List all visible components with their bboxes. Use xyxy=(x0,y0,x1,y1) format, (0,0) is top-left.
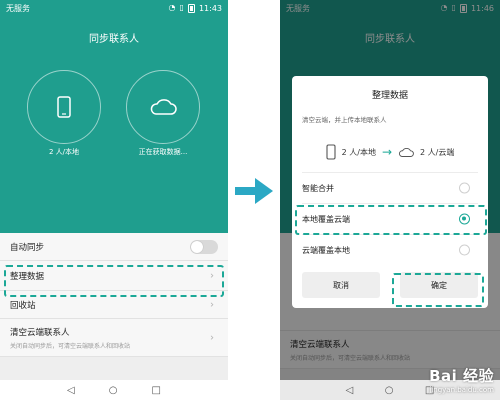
transfer-summary: 2 人/本地 → 2 人/云端 xyxy=(292,142,488,162)
watermark-logo-text: Bai 经验 xyxy=(429,367,494,385)
divider xyxy=(302,172,478,173)
cloud-icon xyxy=(150,99,177,115)
page-title: 同步联系人 xyxy=(89,34,139,45)
option-label: 智能合并 xyxy=(302,183,334,193)
recycle-bin-label: 回收站 xyxy=(10,300,36,311)
cloud-icon xyxy=(399,147,414,157)
left-phone-screen: 无服务 ◔ ▯ 11:43 同步联系人 2 人/本地 正在获取数据... 自动同… xyxy=(0,0,228,400)
back-icon[interactable]: ◁ xyxy=(67,385,75,396)
arrow-right-icon xyxy=(235,178,273,204)
dialog-title: 整理数据 xyxy=(371,91,408,101)
sync-header: 无服务 ◔ ▯ 11:43 同步联系人 2 人/本地 正在获取数据... xyxy=(0,0,228,233)
phone-icon xyxy=(326,144,336,160)
local-circle[interactable] xyxy=(27,70,101,144)
cancel-button[interactable]: 取消 xyxy=(302,272,380,298)
arrow-right-icon: → xyxy=(381,145,393,159)
radio-button[interactable] xyxy=(459,182,470,194)
option-label: 云端覆盖本地 xyxy=(302,245,350,255)
sim-icon: ▯ xyxy=(179,3,184,12)
home-icon[interactable]: ○ xyxy=(385,385,394,396)
clear-cloud-row[interactable]: 清空云端联系人 关闭自动同步后，可清空云端联系人和回收站 › xyxy=(0,319,228,357)
phone-icon xyxy=(57,96,71,118)
clear-cloud-label: 清空云端联系人 xyxy=(10,327,70,338)
recents-icon[interactable]: □ xyxy=(152,385,161,396)
watermark-url: jingyan.baidu.com xyxy=(429,386,494,394)
clock-text: 11:43 xyxy=(198,3,222,13)
to-count: 2 人/云端 xyxy=(420,147,455,157)
option-cloud-overwrite-local[interactable]: 云端覆盖本地 xyxy=(302,237,478,263)
system-navbar: ◁ ○ □ xyxy=(0,380,228,400)
cloud-caption: 正在获取数据... xyxy=(138,148,188,156)
battery-icon xyxy=(187,3,195,13)
cloud-circle[interactable] xyxy=(126,70,200,144)
auto-sync-toggle[interactable] xyxy=(190,240,218,254)
from-count: 2 人/本地 xyxy=(341,147,376,157)
radio-button[interactable] xyxy=(459,244,470,256)
auto-sync-row[interactable]: 自动同步 xyxy=(0,233,228,261)
chevron-right-icon: › xyxy=(210,299,214,310)
local-caption: 2 人/本地 xyxy=(48,148,80,156)
option-smart-merge[interactable]: 智能合并 xyxy=(302,175,478,201)
auto-sync-label: 自动同步 xyxy=(10,242,45,253)
clear-cloud-subtitle: 关闭自动同步后，可清空云端联系人和回收站 xyxy=(10,342,131,350)
dialog-description: 清空云端，并上传本地联系人 xyxy=(302,116,387,124)
local-overwrite-highlight xyxy=(295,205,487,235)
right-phone-screen: 无服务 ◔ ▯ 11:46 同步联系人 清空云端联系人 关闭自动同步后，可清空云… xyxy=(280,0,500,400)
organize-highlight xyxy=(4,265,224,297)
confirm-highlight xyxy=(392,273,484,307)
back-icon[interactable]: ◁ xyxy=(346,385,354,396)
wifi-icon: ◔ xyxy=(168,3,176,12)
status-bar: 无服务 ◔ ▯ 11:43 xyxy=(0,0,228,16)
chevron-right-icon: › xyxy=(210,332,214,343)
baidu-jingyan-watermark: Bai 经验 jingyan.baidu.com xyxy=(429,365,494,394)
home-icon[interactable]: ○ xyxy=(109,385,118,396)
divider xyxy=(302,203,478,204)
carrier-text: 无服务 xyxy=(6,3,30,13)
